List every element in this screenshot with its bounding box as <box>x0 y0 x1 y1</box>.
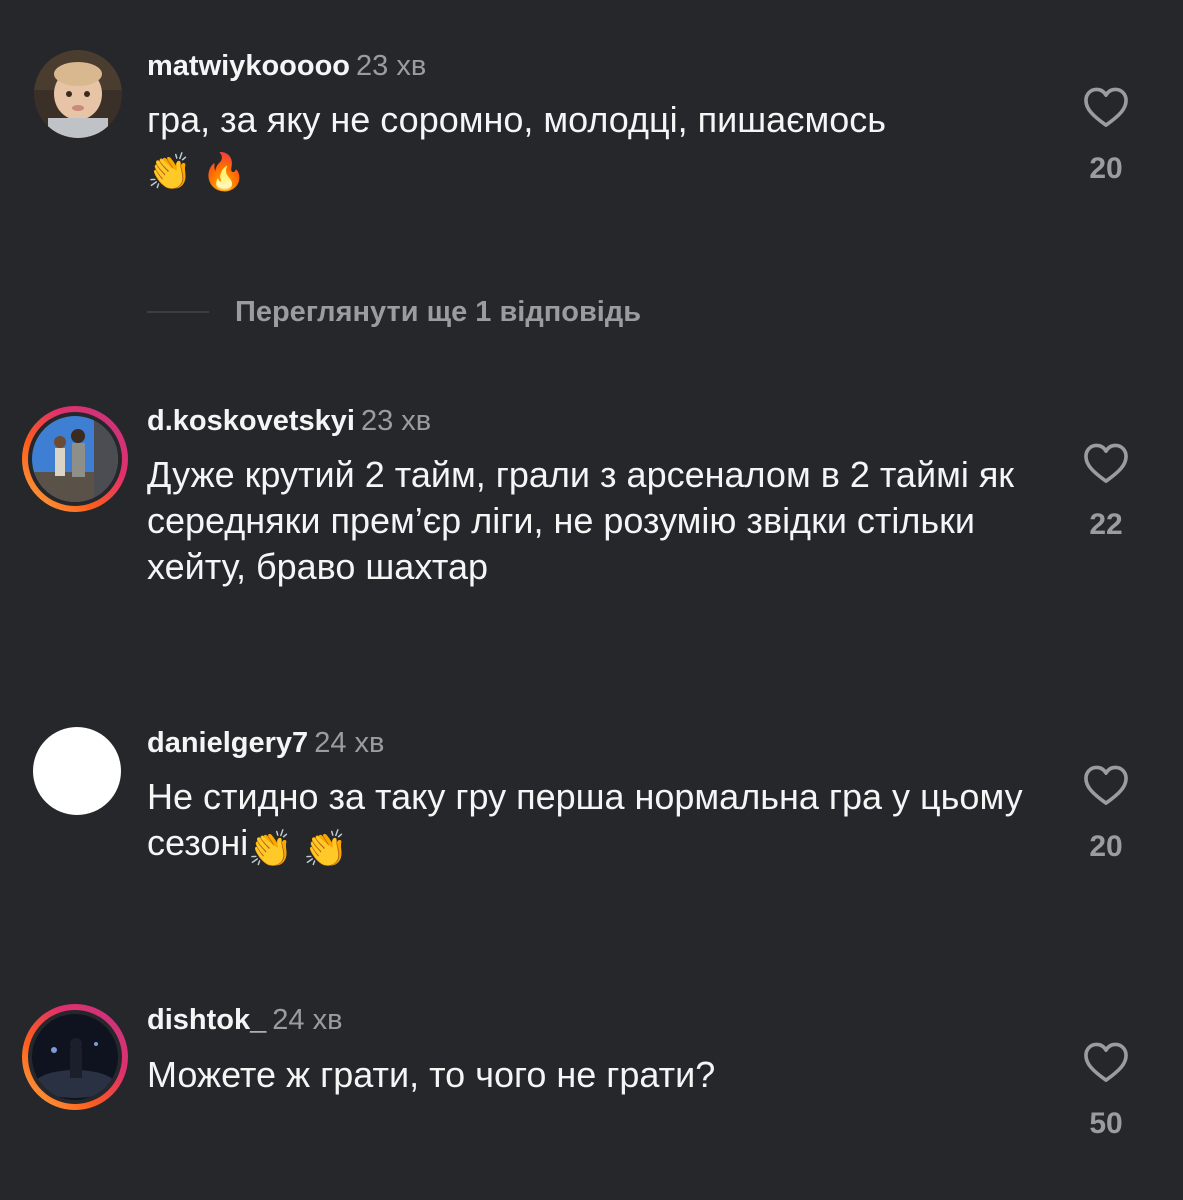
fire-emoji: 🔥 <box>201 151 247 192</box>
avatar-photo-night <box>32 1014 118 1100</box>
comment-meta: danielgery7 24 хв <box>147 725 384 761</box>
replies-divider <box>147 311 209 313</box>
timestamp: 23 хв <box>360 405 432 437</box>
avatar-ring-gap <box>28 1010 122 1104</box>
timestamp: 23 хв <box>356 50 427 82</box>
comment-body: Можете ж грати, то чого не грати? <box>147 1054 716 1095</box>
clapping-hands-emoji: 👏 <box>147 151 192 192</box>
comment-text: Можете ж грати, то чого не грати? <box>147 1052 1027 1098</box>
avatar <box>32 416 118 502</box>
clapping-hands-emoji: 👏 <box>248 828 294 869</box>
avatar-story-ring[interactable] <box>22 1004 128 1110</box>
comment-text: Дуже крутий 2 тайм, грали з арсеналом в … <box>147 452 1027 590</box>
username[interactable]: d.koskovetskyi <box>147 405 355 437</box>
avatar <box>32 1014 118 1100</box>
avatar[interactable] <box>34 50 122 138</box>
like-count: 20 <box>1089 152 1123 185</box>
like-control: 20 <box>1078 86 1134 186</box>
heart-icon[interactable] <box>1083 1041 1129 1083</box>
avatar-ring-gap <box>28 412 122 506</box>
timestamp: 24 хв <box>272 1004 343 1036</box>
username[interactable]: dishtok_ <box>147 1004 266 1036</box>
comment-text: гра, за яку не соромно, молодці, пишаємо… <box>147 97 1027 195</box>
like-control: 50 <box>1078 1041 1134 1141</box>
heart-icon[interactable] <box>1083 442 1129 484</box>
comment-text: Не стидно за таку гру перша нормальна гр… <box>147 774 1027 872</box>
avatar-story-ring[interactable] <box>22 406 128 512</box>
clapping-hands-emoji: 👏 <box>303 828 348 869</box>
like-control: 20 <box>1078 764 1134 864</box>
heart-icon[interactable] <box>1083 86 1129 128</box>
view-replies-button[interactable]: Переглянути ще 1 відповідь <box>147 292 641 332</box>
username[interactable]: matwiykooooo <box>147 50 350 82</box>
like-count: 22 <box>1089 508 1123 541</box>
comment-meta: matwiykooooo 23 хв <box>147 48 426 84</box>
username[interactable]: danielgery7 <box>147 727 308 759</box>
timestamp: 24 хв <box>314 727 385 759</box>
like-count: 50 <box>1089 1107 1123 1140</box>
comment-meta: d.koskovetskyi 23 хв <box>147 403 431 439</box>
comment-body: гра, за яку не соромно, молодці, пишаємо… <box>147 99 887 140</box>
heart-icon[interactable] <box>1083 764 1129 806</box>
like-count: 20 <box>1089 830 1123 863</box>
like-control: 22 <box>1078 442 1134 542</box>
avatar[interactable] <box>33 727 121 815</box>
avatar-photo-people <box>32 416 118 502</box>
view-replies-label[interactable]: Переглянути ще 1 відповідь <box>235 296 641 329</box>
comment-body: Дуже крутий 2 тайм, грали з арсеналом в … <box>147 454 1015 587</box>
avatar-photo-toddler <box>34 50 122 138</box>
comment-meta: dishtok_ 24 хв <box>147 1002 342 1038</box>
